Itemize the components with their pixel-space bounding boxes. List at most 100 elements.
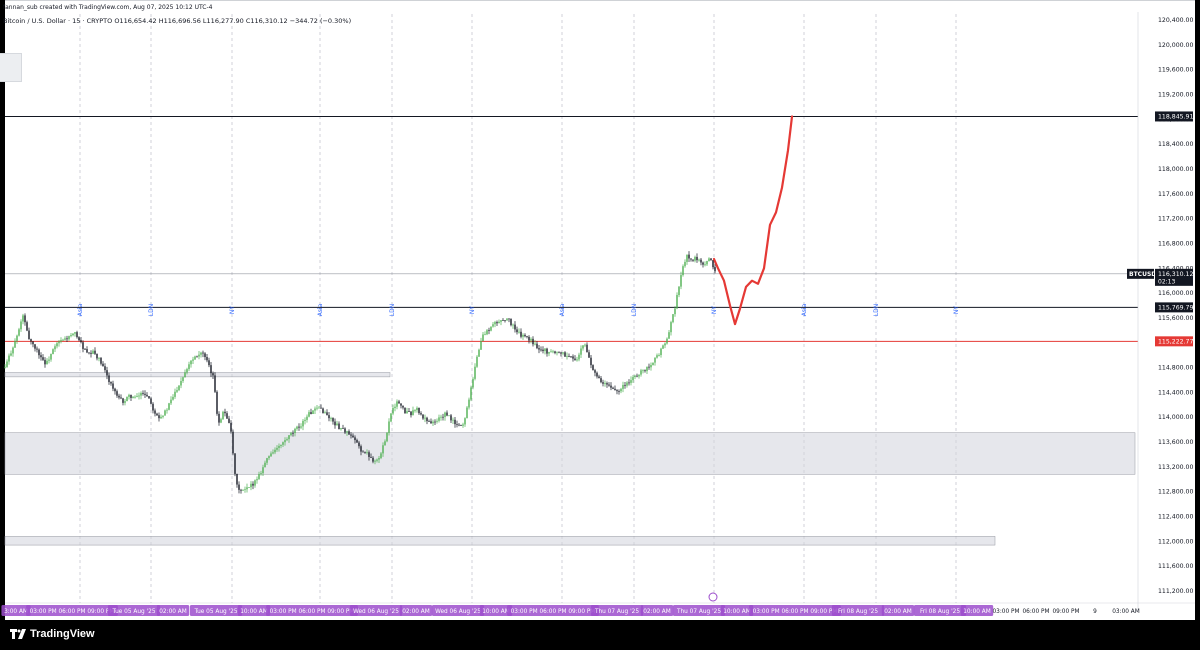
time-tick-label: 10:00 AM	[963, 609, 991, 615]
time-tick-label: 10:00 AM	[482, 609, 510, 615]
price-chart[interactable]: Asia LDN NY Asia LDN NY Asia LDN NY Asia LDN NY 120…	[0, 0, 1200, 650]
candle-body	[554, 351, 556, 353]
candle-body	[430, 421, 432, 424]
candle-body	[524, 334, 526, 337]
candle-body	[542, 349, 544, 352]
candle-body	[332, 418, 334, 422]
candle-body	[682, 266, 684, 276]
add-alert-icon[interactable]	[708, 592, 718, 602]
candle-body	[10, 353, 12, 356]
candle-body	[522, 334, 524, 337]
candle-body	[412, 410, 414, 416]
time-axis[interactable]: 3:00 AM 03:00 PM 06:00 PM 09:00 PMTue 05 …	[1, 592, 1195, 616]
time-tick-label: Thu 07 Aug '25	[676, 609, 721, 615]
candle-body	[104, 366, 106, 371]
time-tick-label: Wed 06 Aug '25	[353, 609, 399, 615]
candle-body	[668, 332, 670, 339]
candle-body	[202, 352, 204, 354]
collapsed-legend-button[interactable]	[0, 53, 22, 82]
candle-body	[660, 348, 662, 356]
projection-drawing[interactable]	[712, 115, 794, 326]
candle-body	[188, 364, 190, 370]
candle-body	[206, 357, 208, 361]
candle-body	[148, 396, 150, 399]
candle-body	[64, 338, 66, 340]
candle-body	[398, 401, 400, 404]
candle-body	[374, 460, 376, 462]
candle-body	[392, 407, 394, 414]
candle-body	[376, 459, 378, 461]
candle-body	[42, 357, 44, 360]
candle-body	[458, 424, 460, 426]
candle-body	[686, 254, 688, 262]
candle-body	[678, 286, 680, 296]
candle-body	[182, 377, 184, 381]
candle-body	[168, 403, 170, 410]
time-tick-label: 03:00 PM	[992, 609, 1019, 615]
price-line-badge-text: 118,845.91	[1158, 114, 1193, 121]
candle-body	[252, 483, 254, 486]
candle-body	[300, 426, 302, 428]
candle-body	[696, 256, 698, 261]
session-label: NY	[953, 306, 960, 314]
candle-body	[312, 410, 314, 414]
candle-body	[326, 412, 328, 416]
candle-body	[714, 267, 716, 272]
candle-body	[262, 467, 264, 474]
candle-body	[112, 383, 114, 389]
candle-body	[98, 357, 100, 359]
candle-body	[532, 338, 534, 345]
tradingview-brand[interactable]: TradingView	[10, 628, 95, 640]
candle-body	[646, 366, 648, 372]
candle-body	[368, 452, 370, 457]
candle-body	[28, 330, 30, 340]
candle-body	[482, 334, 484, 342]
candle-body	[656, 355, 658, 358]
candle-body	[36, 348, 38, 350]
candle-body	[436, 420, 438, 422]
candle-body	[650, 364, 652, 368]
candle-body	[612, 387, 614, 389]
candle-body	[94, 350, 96, 354]
price-tick-label: 112,800.00	[1158, 489, 1193, 496]
candle-body	[334, 421, 336, 426]
candle-body	[218, 413, 220, 423]
candle-body	[440, 416, 442, 418]
candle-body	[140, 392, 142, 396]
candle-body	[506, 318, 508, 321]
candle-body	[260, 473, 262, 475]
candle-body	[416, 407, 418, 411]
candle-body	[498, 321, 500, 324]
candle-body	[240, 489, 242, 491]
candle-body	[14, 340, 16, 348]
candle-body	[342, 428, 344, 429]
candle-body	[316, 407, 318, 409]
candle-body	[630, 380, 632, 383]
symbol-title[interactable]: Bitcoin / U.S. Dollar · 15 · CRYPTO	[3, 17, 112, 25]
candle-body	[396, 401, 398, 407]
candle-body	[278, 445, 280, 448]
candle-body	[106, 370, 108, 376]
candle-body	[362, 451, 364, 453]
time-tick-label: 06:00 PM	[1022, 609, 1049, 615]
candle-body	[640, 370, 642, 375]
candle-body	[626, 382, 628, 386]
candle-body	[514, 324, 516, 330]
candle-body	[588, 352, 590, 358]
projection-path[interactable]	[712, 115, 794, 326]
candle-body	[340, 428, 342, 430]
candle-body	[194, 356, 196, 360]
candle-body	[44, 359, 46, 365]
time-tick-label: 03:00 PM 06:00 PM 09:00 PM	[753, 609, 838, 615]
time-tick-label: 02:00 AM	[402, 609, 430, 615]
candle-body	[634, 375, 636, 378]
candle-body	[388, 421, 390, 433]
candle-body	[192, 359, 194, 361]
candle-body	[4, 366, 6, 368]
candle-body	[250, 483, 252, 488]
candle-body	[710, 258, 712, 261]
candle-body	[290, 432, 292, 436]
candle-body	[38, 349, 40, 356]
candle-body	[684, 261, 686, 267]
candle-body	[224, 411, 226, 414]
